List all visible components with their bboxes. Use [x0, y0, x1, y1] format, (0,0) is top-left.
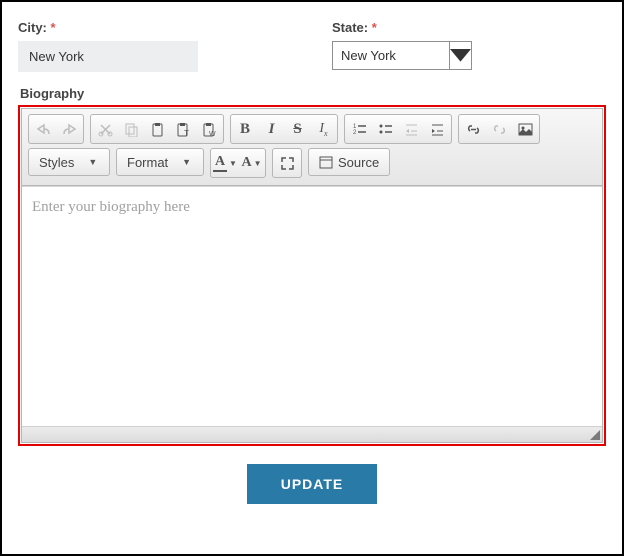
caret-down-icon: ▼ — [182, 157, 191, 167]
rich-text-editor: T W B I S Ix 12 — [21, 108, 603, 443]
state-label: State: * — [332, 20, 606, 35]
link-icon — [466, 122, 481, 137]
editor-placeholder: Enter your biography here — [32, 199, 190, 215]
ordered-list-icon: 12 — [352, 122, 367, 137]
cut-button[interactable] — [92, 116, 118, 142]
remove-format-button[interactable]: Ix — [310, 116, 336, 142]
caret-down-icon: ▼ — [88, 157, 97, 167]
text-color-button[interactable]: A▼ — [212, 150, 238, 176]
city-label: City: * — [18, 20, 292, 35]
link-button[interactable] — [460, 116, 486, 142]
copy-button[interactable] — [118, 116, 144, 142]
editor-content[interactable]: Enter your biography here — [22, 186, 602, 426]
bold-button[interactable]: B — [232, 116, 258, 142]
italic-icon: I — [269, 121, 275, 138]
styles-dropdown[interactable]: Styles ▼ — [28, 148, 110, 176]
maximize-icon — [280, 156, 295, 171]
state-label-text: State: — [332, 20, 368, 35]
source-button[interactable]: Source — [308, 148, 390, 176]
clipboard-word-icon: W — [202, 122, 217, 137]
format-dropdown-label: Format — [127, 155, 168, 170]
redo-icon — [62, 122, 77, 137]
update-button[interactable]: UPDATE — [247, 464, 378, 504]
required-mark: * — [51, 20, 56, 35]
editor-toolbar: T W B I S Ix 12 — [22, 109, 602, 186]
source-icon — [319, 155, 333, 169]
city-field-wrap: City: * — [18, 20, 292, 72]
styles-dropdown-label: Styles — [39, 155, 74, 170]
clipboard-icon — [150, 122, 165, 137]
maximize-group — [272, 148, 302, 178]
toolbar-row-1: T W B I S Ix 12 — [28, 114, 596, 144]
clipboard-text-icon: T — [176, 122, 191, 137]
city-input[interactable] — [18, 41, 198, 72]
state-select-value: New York — [333, 42, 449, 69]
svg-text:T: T — [184, 129, 189, 137]
maximize-button[interactable] — [274, 150, 300, 176]
image-icon — [518, 122, 533, 137]
copy-icon — [124, 122, 139, 137]
chevron-down-icon — [449, 42, 471, 69]
clipboard-group: T W — [90, 114, 224, 144]
numbered-list-button[interactable]: 12 — [346, 116, 372, 142]
toolbar-row-2: Styles ▼ Format ▼ A▼ A▼ — [28, 148, 596, 178]
unordered-list-icon — [378, 122, 393, 137]
paste-word-button[interactable]: W — [196, 116, 222, 142]
form-footer: UPDATE — [18, 464, 606, 504]
svg-text:W: W — [209, 131, 216, 137]
outdent-button[interactable] — [398, 116, 424, 142]
state-field-wrap: State: * New York — [332, 20, 606, 72]
unlink-button[interactable] — [486, 116, 512, 142]
scissors-icon — [98, 122, 113, 137]
redo-button[interactable] — [56, 116, 82, 142]
text-style-group: B I S Ix — [230, 114, 338, 144]
list-group: 12 — [344, 114, 452, 144]
biography-label: Biography — [20, 86, 606, 101]
state-select[interactable]: New York — [332, 41, 472, 70]
paste-text-button[interactable]: T — [170, 116, 196, 142]
color-group: A▼ A▼ — [210, 148, 266, 178]
bg-color-button[interactable]: A▼ — [238, 150, 264, 176]
insert-group — [458, 114, 540, 144]
bullet-list-button[interactable] — [372, 116, 398, 142]
text-color-icon: A▼ — [213, 154, 237, 172]
form-row: City: * State: * New York — [18, 20, 606, 72]
required-mark: * — [372, 20, 377, 35]
indent-icon — [430, 122, 445, 137]
bg-color-icon: A▼ — [241, 155, 261, 171]
indent-button[interactable] — [424, 116, 450, 142]
outdent-icon — [404, 122, 419, 137]
image-button[interactable] — [512, 116, 538, 142]
editor-highlight-frame: T W B I S Ix 12 — [18, 105, 606, 446]
strike-button[interactable]: S — [284, 116, 310, 142]
format-dropdown[interactable]: Format ▼ — [116, 148, 204, 176]
unlink-icon — [492, 122, 507, 137]
source-button-label: Source — [338, 155, 379, 170]
undo-icon — [36, 122, 51, 137]
city-label-text: City: — [18, 20, 47, 35]
svg-text:2: 2 — [353, 130, 357, 136]
editor-statusbar — [22, 426, 602, 442]
undo-button[interactable] — [30, 116, 56, 142]
italic-button[interactable]: I — [258, 116, 284, 142]
paste-button[interactable] — [144, 116, 170, 142]
bold-icon: B — [240, 121, 250, 138]
strikethrough-icon: S — [293, 121, 301, 138]
remove-format-icon: Ix — [319, 121, 327, 138]
history-group — [28, 114, 84, 144]
